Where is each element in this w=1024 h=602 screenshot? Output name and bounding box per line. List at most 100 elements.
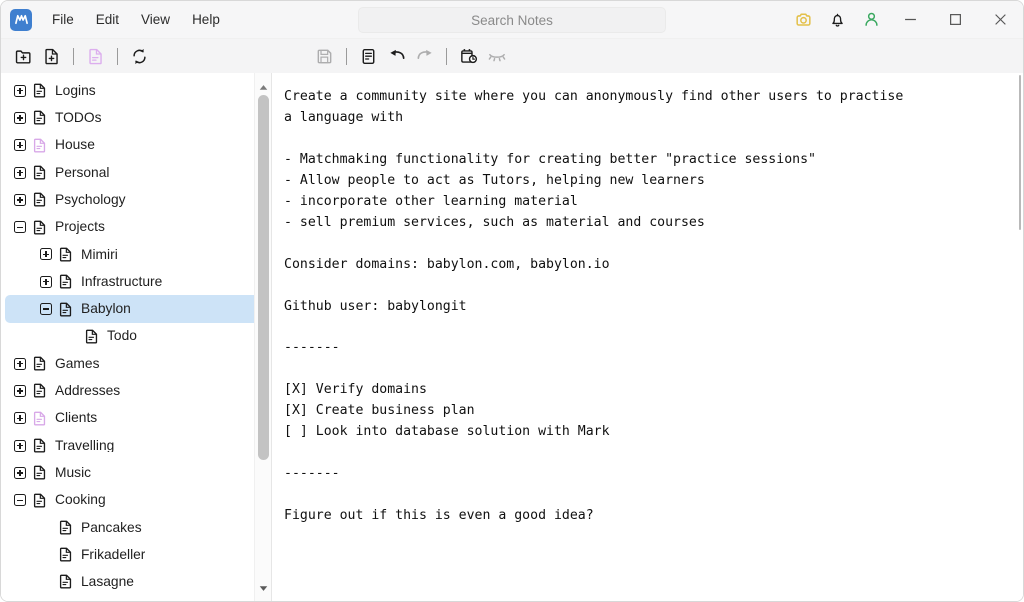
camera-icon[interactable] [786, 1, 820, 39]
tree-item-label: Travelling [55, 439, 114, 453]
new-note-button[interactable] [38, 43, 65, 69]
bell-icon[interactable] [820, 1, 854, 39]
tree-item-games[interactable]: Games [5, 350, 263, 377]
tree-item-label: Infrastructure [81, 275, 162, 289]
tree-item-mimiri[interactable]: Mimiri [5, 241, 263, 268]
toolbar-separator [73, 48, 74, 65]
toolbar [1, 39, 1023, 73]
twisty-box [14, 194, 26, 206]
search-input[interactable] [358, 7, 666, 33]
expand-icon[interactable] [11, 164, 29, 182]
expand-icon[interactable] [11, 409, 29, 427]
expand-icon[interactable] [11, 464, 29, 482]
close-button[interactable] [978, 1, 1023, 39]
tree-item-lasagne[interactable]: Lasagne [5, 568, 263, 595]
eye-closed-icon[interactable] [483, 43, 510, 69]
sidebar-scrollbar[interactable] [254, 73, 271, 601]
save-button[interactable] [311, 43, 338, 69]
menu-file[interactable]: File [42, 8, 84, 31]
redo-button[interactable] [411, 43, 438, 69]
expand-icon[interactable] [11, 109, 29, 127]
search-container [358, 7, 666, 33]
main-body: Logins TODOs House Personal Psychology Projec… [1, 73, 1023, 601]
tree-item-travelling[interactable]: Travelling [5, 432, 263, 459]
app-window: File Edit View Help [0, 0, 1024, 602]
tree-item-addresses[interactable]: Addresses [5, 377, 263, 404]
scroll-down-arrow-icon[interactable] [255, 580, 272, 597]
note-icon [29, 190, 49, 210]
menu-view[interactable]: View [131, 8, 180, 31]
tree-item-pancakes[interactable]: Pancakes [5, 514, 263, 541]
twisty-box [14, 467, 26, 479]
tree-item-infrastructure[interactable]: Infrastructure [5, 268, 263, 295]
sidebar-scrollbar-thumb[interactable] [258, 95, 269, 460]
twisty-box [14, 412, 26, 424]
toolbar-separator [346, 48, 347, 65]
new-folder-button[interactable] [10, 43, 37, 69]
note-icon [29, 436, 49, 456]
twisty-box [14, 112, 26, 124]
undo-button[interactable] [383, 43, 410, 69]
expand-icon[interactable] [11, 382, 29, 400]
tree-item-logins[interactable]: Logins [5, 77, 263, 104]
user-account-icon[interactable] [854, 1, 888, 39]
tree-item-label: Personal [55, 166, 109, 180]
twisty-box [40, 248, 52, 260]
scroll-up-arrow-icon[interactable] [255, 79, 272, 96]
tree-item-clients[interactable]: Clients [5, 405, 263, 432]
tree-item-label: Games [55, 357, 99, 371]
note-icon [55, 244, 75, 264]
note-content-panel: Create a community site where you can an… [272, 73, 1023, 601]
note-icon [55, 272, 75, 292]
note-icon [55, 545, 75, 565]
tree-item-label: TODOs [55, 111, 102, 125]
expand-icon[interactable] [11, 437, 29, 455]
menu-help[interactable]: Help [182, 8, 230, 31]
menu-edit[interactable]: Edit [86, 8, 129, 31]
expand-icon[interactable] [11, 82, 29, 100]
tree-item-babylon[interactable]: Babylon [5, 295, 263, 322]
tree-item-todos[interactable]: TODOs [5, 104, 263, 131]
note-icon [29, 163, 49, 183]
content-scrollbar-thumb[interactable] [1019, 75, 1021, 230]
tree-item-house[interactable]: House [5, 132, 263, 159]
note-icon [29, 108, 49, 128]
tree-item-label: Frikadeller [81, 548, 145, 562]
note-document-icon[interactable] [355, 43, 382, 69]
tree-item-music[interactable]: Music [5, 459, 263, 486]
twisty-box [14, 167, 26, 179]
content-scrollbar[interactable] [1013, 73, 1023, 601]
tree-item-todo[interactable]: Todo [5, 323, 263, 350]
expand-icon[interactable] [11, 191, 29, 209]
minimize-button[interactable] [888, 1, 933, 39]
tree-item-cooking[interactable]: Cooking [5, 486, 263, 513]
note-icon [29, 81, 49, 101]
expand-icon[interactable] [37, 273, 55, 291]
note-icon [29, 217, 49, 237]
note-tree: Logins TODOs House Personal Psychology Projec… [1, 73, 271, 596]
tree-item-psychology[interactable]: Psychology [5, 186, 263, 213]
sidebar-note-tree: Logins TODOs House Personal Psychology Projec… [1, 73, 272, 601]
tree-item-frikadeller[interactable]: Frikadeller [5, 541, 263, 568]
tree-item-label: Projects [55, 220, 105, 234]
collapse-icon[interactable] [11, 491, 29, 509]
expand-icon[interactable] [37, 245, 55, 263]
note-purple-icon[interactable] [82, 43, 109, 69]
note-editor[interactable]: Create a community site where you can an… [272, 73, 1023, 601]
collapse-icon[interactable] [37, 300, 55, 318]
note-icon [29, 490, 49, 510]
tree-item-label: Pancakes [81, 521, 142, 535]
sync-icon[interactable] [126, 43, 153, 69]
note-shared-icon [29, 408, 49, 428]
tree-item-personal[interactable]: Personal [5, 159, 263, 186]
menu-bar: File Edit View Help [42, 8, 230, 31]
expand-icon[interactable] [11, 136, 29, 154]
maximize-button[interactable] [933, 1, 978, 39]
calendar-clock-icon[interactable] [455, 43, 482, 69]
twisty-box [14, 85, 26, 97]
note-shared-icon [29, 135, 49, 155]
tree-item-label: Babylon [81, 302, 131, 316]
collapse-icon[interactable] [11, 218, 29, 236]
tree-item-projects[interactable]: Projects [5, 213, 263, 240]
expand-icon[interactable] [11, 355, 29, 373]
